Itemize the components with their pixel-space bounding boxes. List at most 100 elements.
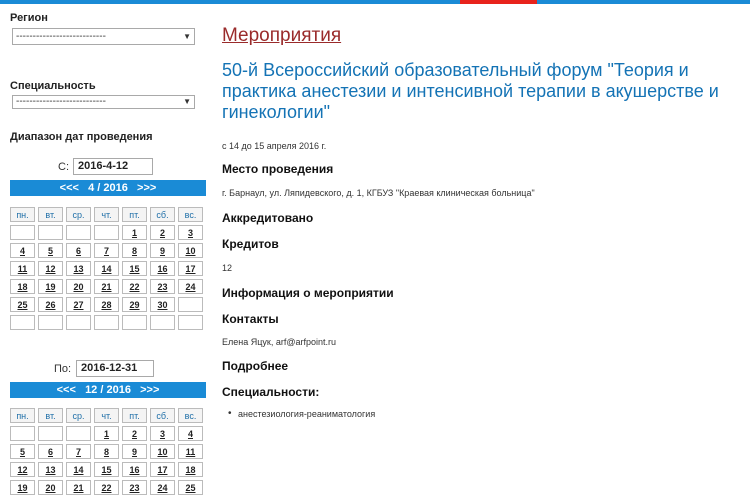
calendar-day[interactable]: 23 bbox=[150, 279, 175, 294]
calendar-prev-button[interactable]: <<< bbox=[60, 182, 79, 194]
calendar-day[interactable]: 23 bbox=[122, 480, 147, 495]
specialty-select[interactable]: --------------------------- ▼ bbox=[12, 95, 195, 109]
calendar-empty-cell bbox=[66, 426, 91, 441]
calendar-day[interactable]: 7 bbox=[94, 243, 119, 258]
calendar-empty-cell bbox=[94, 225, 119, 240]
calendar-next-button[interactable]: >>> bbox=[140, 384, 159, 396]
event-dates: с 14 до 15 апреля 2016 г. bbox=[222, 141, 327, 151]
calendar-week-row: 123 bbox=[10, 225, 203, 240]
top-accent-red-segment bbox=[460, 0, 537, 4]
region-label: Регион bbox=[10, 12, 48, 24]
calendar-day[interactable]: 15 bbox=[94, 462, 119, 477]
calendar-day[interactable]: 5 bbox=[38, 243, 63, 258]
calendar-day[interactable]: 2 bbox=[150, 225, 175, 240]
calendar-day[interactable]: 12 bbox=[38, 261, 63, 276]
weekday-header: чт. bbox=[94, 408, 119, 423]
calendar-week-row bbox=[10, 315, 203, 330]
calendar-prev-button[interactable]: <<< bbox=[57, 384, 76, 396]
date-from-row: С: 2016-4-12 bbox=[10, 158, 206, 176]
calendar-empty-cell bbox=[10, 315, 35, 330]
calendar-day[interactable]: 20 bbox=[66, 279, 91, 294]
weekday-header: сб. bbox=[150, 408, 175, 423]
calendar-day[interactable]: 8 bbox=[122, 243, 147, 258]
calendar-day[interactable]: 13 bbox=[66, 261, 91, 276]
date-from-label: С: bbox=[58, 161, 69, 173]
event-title: 50-й Всероссийский образовательный форум… bbox=[222, 60, 719, 122]
date-to-label: По: bbox=[54, 363, 72, 375]
calendar-month-label: 4 / 2016 bbox=[88, 182, 128, 194]
calendar-day[interactable]: 29 bbox=[122, 297, 147, 312]
date-from-input[interactable]: 2016-4-12 bbox=[73, 158, 153, 175]
calendar-day[interactable]: 24 bbox=[178, 279, 203, 294]
calendar-day[interactable]: 17 bbox=[178, 261, 203, 276]
calendar-day[interactable]: 20 bbox=[38, 480, 63, 495]
calendar-day[interactable]: 24 bbox=[150, 480, 175, 495]
calendar-day[interactable]: 9 bbox=[150, 243, 175, 258]
more-details-heading: Подробнее bbox=[222, 359, 289, 373]
calendar-day[interactable]: 13 bbox=[38, 462, 63, 477]
calendar-day[interactable]: 28 bbox=[94, 297, 119, 312]
calendar-week-row: 1234 bbox=[10, 426, 203, 441]
calendar-empty-cell bbox=[38, 225, 63, 240]
calendar-day[interactable]: 5 bbox=[10, 444, 35, 459]
weekday-header: ср. bbox=[66, 207, 91, 222]
specialty-label: Специальность bbox=[10, 80, 96, 92]
calendar-day[interactable]: 25 bbox=[10, 297, 35, 312]
events-section-link[interactable]: Мероприятия bbox=[222, 25, 341, 47]
calendar-day[interactable]: 12 bbox=[10, 462, 35, 477]
weekday-header: сб. bbox=[150, 207, 175, 222]
calendar-day[interactable]: 30 bbox=[150, 297, 175, 312]
calendar-day[interactable]: 8 bbox=[94, 444, 119, 459]
date-to-input[interactable]: 2016-12-31 bbox=[76, 360, 154, 377]
calendar-day[interactable]: 3 bbox=[150, 426, 175, 441]
weekday-header: ср. bbox=[66, 408, 91, 423]
calendar-day[interactable]: 1 bbox=[122, 225, 147, 240]
region-select[interactable]: --------------------------- ▼ bbox=[12, 28, 195, 45]
calendar-day[interactable]: 27 bbox=[66, 297, 91, 312]
calendar-day[interactable]: 4 bbox=[178, 426, 203, 441]
specialties-heading: Специальности: bbox=[222, 385, 320, 399]
calendar-day[interactable]: 11 bbox=[178, 444, 203, 459]
calendar-day[interactable]: 19 bbox=[38, 279, 63, 294]
calendar-day[interactable]: 10 bbox=[150, 444, 175, 459]
weekday-header: пт. bbox=[122, 408, 147, 423]
calendar-day[interactable]: 6 bbox=[66, 243, 91, 258]
calendar-day[interactable]: 16 bbox=[122, 462, 147, 477]
dropdown-arrow-icon: ▼ bbox=[183, 97, 191, 106]
calendar-day[interactable]: 21 bbox=[66, 480, 91, 495]
calendar-day[interactable]: 10 bbox=[178, 243, 203, 258]
calendar-day[interactable]: 22 bbox=[94, 480, 119, 495]
calendar-day[interactable]: 18 bbox=[10, 279, 35, 294]
calendar-day[interactable]: 9 bbox=[122, 444, 147, 459]
calendar-day[interactable]: 21 bbox=[94, 279, 119, 294]
calendar-empty-cell bbox=[38, 426, 63, 441]
calendar-day[interactable]: 14 bbox=[66, 462, 91, 477]
calendar-day[interactable]: 3 bbox=[178, 225, 203, 240]
weekday-header: вт. bbox=[38, 408, 63, 423]
calendar-day[interactable]: 1 bbox=[94, 426, 119, 441]
credits-heading: Кредитов bbox=[222, 237, 279, 251]
calendar-table: пн. вт. ср. чт. пт. сб. вс. 1 2 3 4 5 6 7 8 9 10 11 12 13 14… bbox=[7, 405, 206, 498]
contacts-text: Елена Яцук, arf@arfpoint.ru bbox=[222, 337, 336, 347]
calendar-day[interactable]: 7 bbox=[66, 444, 91, 459]
calendar-next-button[interactable]: >>> bbox=[137, 182, 156, 194]
calendar-day[interactable]: 26 bbox=[38, 297, 63, 312]
calendar-day[interactable]: 16 bbox=[150, 261, 175, 276]
weekday-header: пт. bbox=[122, 207, 147, 222]
calendar-day[interactable]: 11 bbox=[10, 261, 35, 276]
calendar-day[interactable]: 22 bbox=[122, 279, 147, 294]
calendar-week-row: 5 6 7 8 9 10 11 bbox=[10, 444, 203, 459]
calendar-day[interactable]: 17 bbox=[150, 462, 175, 477]
calendar-day[interactable]: 19 bbox=[10, 480, 35, 495]
calendar-day[interactable]: 15 bbox=[122, 261, 147, 276]
calendar-day[interactable]: 18 bbox=[178, 462, 203, 477]
top-accent-bar bbox=[0, 0, 750, 4]
calendar-day[interactable]: 2 bbox=[122, 426, 147, 441]
calendar-week-row: 18 19 20 21 22 23 24 bbox=[10, 279, 203, 294]
calendar-day[interactable]: 4 bbox=[10, 243, 35, 258]
calendar-day[interactable]: 14 bbox=[94, 261, 119, 276]
calendar-day[interactable]: 25 bbox=[178, 480, 203, 495]
calendar-day[interactable]: 6 bbox=[38, 444, 63, 459]
dropdown-arrow-icon: ▼ bbox=[183, 32, 191, 41]
credits-value: 12 bbox=[222, 263, 233, 273]
